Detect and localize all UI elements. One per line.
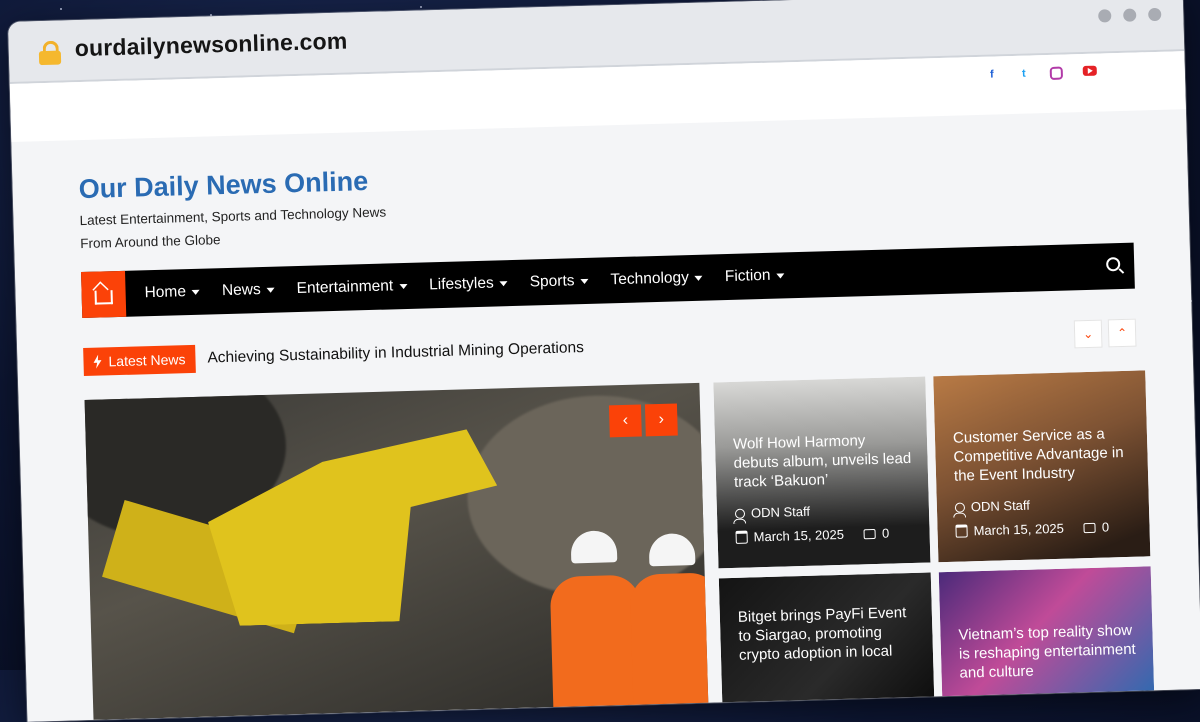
nav-item-news[interactable]: News	[211, 280, 286, 300]
news-card[interactable]: Wolf Howl Harmony debuts album, unveils …	[713, 376, 931, 569]
nav-item-fiction[interactable]: Fiction	[714, 266, 796, 286]
caret-down-icon	[694, 275, 703, 281]
window-dot[interactable]	[1148, 7, 1162, 22]
news-card[interactable]: Vietnam’s top reality show is reshaping …	[938, 566, 1155, 703]
nav-item-sports[interactable]: Sports	[518, 272, 599, 292]
caret-down-icon	[191, 289, 201, 295]
calendar-icon	[955, 524, 968, 538]
card-title[interactable]: Bitget brings PayFi Event to Siargao, pr…	[738, 603, 920, 665]
nav-item-entertainment[interactable]: Entertainment	[285, 277, 418, 299]
search-icon[interactable]	[1106, 257, 1121, 272]
home-button[interactable]	[81, 270, 127, 319]
card-title[interactable]: Wolf Howl Harmony debuts album, unveils …	[733, 430, 915, 492]
instagram-icon[interactable]	[1049, 66, 1064, 80]
chevron-up-icon[interactable]: ⌃	[1107, 318, 1137, 348]
card-title[interactable]: Customer Service as a Competitive Advant…	[953, 424, 1135, 486]
nav-item-technology[interactable]: Technology	[599, 268, 714, 289]
caret-down-icon	[399, 283, 408, 289]
caret-down-icon	[580, 278, 589, 284]
user-icon	[954, 501, 966, 513]
youtube-icon[interactable]	[1082, 65, 1097, 77]
home-icon	[94, 290, 113, 305]
url-text[interactable]: ourdailynewsonline.com	[74, 28, 347, 63]
comment-icon	[863, 528, 877, 539]
chevron-down-icon[interactable]: ⌄	[1073, 319, 1103, 349]
lock-icon	[38, 40, 62, 66]
site-title[interactable]: Our Daily News Online	[78, 165, 419, 205]
nav-item-lifestyles[interactable]: Lifestyles	[418, 274, 519, 295]
news-card[interactable]: Bitget brings PayFi Event to Siargao, pr…	[718, 572, 935, 709]
nav-item-home[interactable]: Home	[133, 282, 211, 302]
slider-arrows: ‹ ›	[608, 403, 678, 438]
user-icon	[734, 508, 746, 519]
featured-slider-image[interactable]: ‹ ›	[84, 382, 709, 720]
bolt-icon	[93, 355, 101, 369]
card-title[interactable]: Vietnam’s top reality show is reshaping …	[958, 621, 1140, 683]
window-dot[interactable]	[1098, 9, 1112, 23]
site-tagline: Latest Entertainment, Sports and Technol…	[79, 204, 387, 252]
comment-icon	[1083, 522, 1097, 533]
ticker-headline[interactable]: Achieving Sustainability in Industrial M…	[207, 339, 584, 368]
caret-down-icon	[776, 272, 785, 279]
caret-down-icon	[266, 287, 275, 293]
main-navigation: Home News Entertainment Lifestyles Sport…	[81, 242, 1135, 319]
calendar-icon	[735, 530, 748, 544]
window-dot[interactable]	[1123, 8, 1137, 22]
browser-window: ourdailynewsonline.com f t Our Daily New…	[8, 0, 1200, 722]
facebook-icon[interactable]: f	[986, 68, 998, 81]
news-ticker: Latest News Achieving Sustainability in …	[83, 315, 1137, 380]
ticker-controls: ⌄ ⌃	[1073, 318, 1137, 349]
news-card[interactable]: Customer Service as a Competitive Advant…	[933, 370, 1151, 563]
caret-down-icon	[499, 280, 508, 286]
chevron-left-icon[interactable]: ‹	[608, 404, 642, 438]
window-controls	[1098, 7, 1162, 23]
latest-news-badge: Latest News	[83, 344, 196, 377]
chevron-right-icon[interactable]: ›	[644, 403, 678, 437]
twitter-icon[interactable]: t	[1018, 67, 1030, 80]
webpage: f t Our Daily News Online Latest Enterta…	[9, 51, 1200, 722]
social-links: f t	[986, 65, 1097, 82]
site-branding: Our Daily News Online Latest Entertainme…	[78, 165, 420, 255]
